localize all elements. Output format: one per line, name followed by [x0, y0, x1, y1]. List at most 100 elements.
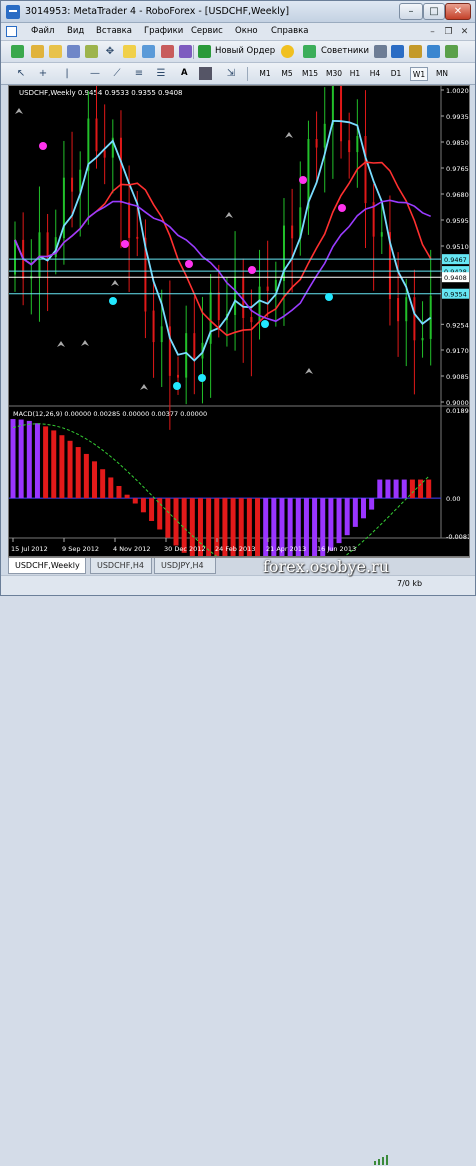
- price-scale-label: 0.9850: [446, 139, 469, 147]
- tile-windows-icon[interactable]: [427, 45, 440, 58]
- strategy-tester-icon[interactable]: [142, 45, 155, 58]
- timeframe-m5[interactable]: M5: [277, 67, 297, 81]
- macd-bar: [149, 498, 155, 521]
- zoom-in-icon[interactable]: [391, 45, 404, 58]
- open-folder-icon[interactable]: [49, 45, 62, 58]
- menu-help[interactable]: Справка: [271, 26, 308, 36]
- mdi-close-button[interactable]: ✕: [458, 26, 471, 38]
- signal-dot: [109, 297, 117, 305]
- macd-bar: [10, 419, 16, 499]
- profiles-icon[interactable]: [31, 45, 44, 58]
- macd-bar: [255, 498, 261, 556]
- macd-bar: [116, 485, 122, 499]
- macd-bar: [157, 498, 163, 530]
- arrows-icon[interactable]: ⇲: [223, 66, 239, 81]
- macd-bar: [140, 498, 146, 513]
- expert-advisors-button[interactable]: Советники: [321, 46, 369, 56]
- terminal-icon[interactable]: [123, 45, 136, 58]
- timeframe-m1[interactable]: M1: [255, 67, 275, 81]
- alert-icon[interactable]: [281, 45, 294, 58]
- window-title: 3014953: MetaTrader 4 - RoboForex - [USD…: [25, 6, 290, 17]
- price-level-label: 0.9467: [444, 256, 467, 264]
- timeframe-h1[interactable]: H1: [347, 67, 363, 81]
- timeframe-h4[interactable]: H4: [367, 67, 383, 81]
- horizontal-line-icon[interactable]: —: [87, 66, 103, 81]
- new-order-button[interactable]: Новый Ордер: [215, 46, 275, 56]
- new-order-icon[interactable]: [198, 45, 211, 58]
- mdi-restore-button[interactable]: ❐: [442, 26, 455, 38]
- text-label-icon[interactable]: [199, 67, 212, 80]
- timeframe-d1[interactable]: D1: [388, 67, 404, 81]
- signal-dot: [173, 382, 181, 390]
- cursor-icon[interactable]: ↖: [13, 66, 29, 81]
- mdi-minimize-button[interactable]: –: [426, 26, 439, 38]
- title-bar[interactable]: 3014953: MetaTrader 4 - RoboForex - [USD…: [1, 1, 475, 23]
- menu-window[interactable]: Окно: [235, 26, 258, 36]
- date-label: 9 Sep 2012: [62, 545, 99, 553]
- history-center-icon[interactable]: [161, 45, 174, 58]
- date-label: 24 Feb 2013: [215, 545, 255, 553]
- tab-usdjpy-h4[interactable]: USDJPY,H4: [154, 558, 216, 574]
- price-chart[interactable]: USDCHF,Weekly 0.9454 0.9533 0.9355 0.940…: [9, 86, 469, 556]
- macd-bar: [393, 479, 399, 499]
- signal-dot: [121, 240, 129, 248]
- timeframe-m15[interactable]: M15: [299, 67, 321, 81]
- macd-bar: [92, 461, 98, 499]
- macd-bar: [108, 477, 114, 499]
- metaeditor-icon[interactable]: [179, 45, 192, 58]
- macd-bar: [206, 498, 212, 556]
- date-label: 4 Nov 2012: [113, 545, 151, 553]
- date-label: 15 Jul 2012: [11, 545, 48, 553]
- minimize-button[interactable]: –: [399, 3, 423, 20]
- menu-tools[interactable]: Сервис: [191, 26, 223, 36]
- equidistant-channel-icon[interactable]: ≡: [131, 66, 147, 81]
- zoom-out-icon[interactable]: [409, 45, 422, 58]
- timeframe-m30[interactable]: M30: [323, 67, 345, 81]
- menu-insert[interactable]: Вставка: [96, 26, 132, 36]
- macd-bar: [401, 479, 407, 499]
- chart-window-icon[interactable]: [6, 26, 17, 37]
- macd-bar: [26, 420, 32, 499]
- new-chart-icon[interactable]: [11, 45, 24, 58]
- price-scale-label: 0.9170: [446, 347, 469, 355]
- price-level-label: 0.9354: [444, 291, 467, 299]
- tab-usdchf-h4[interactable]: USDCHF,H4: [90, 558, 152, 574]
- market-watch-icon[interactable]: [67, 45, 80, 58]
- autoscroll-icon[interactable]: [445, 45, 458, 58]
- timeframe-w1[interactable]: W1: [410, 67, 428, 81]
- connection-status-icon: [374, 1155, 388, 1165]
- fibonacci-icon[interactable]: ☰: [153, 66, 169, 81]
- price-scale-label: 0.9935: [446, 113, 469, 121]
- macd-bar: [83, 453, 89, 499]
- menu-view[interactable]: Вид: [67, 26, 84, 36]
- menu-charts[interactable]: Графики: [144, 26, 183, 36]
- timeframe-mn[interactable]: MN: [432, 67, 452, 81]
- signal-dot: [325, 293, 333, 301]
- text-tool-button[interactable]: A: [181, 68, 188, 78]
- date-label: 16 Jun 2013: [317, 545, 356, 553]
- navigator-icon[interactable]: ✥: [102, 44, 118, 59]
- chart-window[interactable]: USDCHF,Weekly 0.9454 0.9533 0.9355 0.940…: [8, 85, 470, 557]
- metatrader-app-icon: [6, 5, 20, 19]
- date-label: 30 Dec 2012: [164, 545, 206, 553]
- date-label: 21 Apr 2013: [266, 545, 306, 553]
- macd-bar: [165, 498, 171, 538]
- trendline-icon[interactable]: ⟋: [109, 66, 125, 81]
- macd-bar: [124, 494, 130, 499]
- signal-dot: [299, 176, 307, 184]
- vertical-line-icon[interactable]: |: [59, 66, 75, 81]
- signal-dot: [198, 374, 206, 382]
- data-window-icon[interactable]: [85, 45, 98, 58]
- chart-template-icon[interactable]: [374, 45, 387, 58]
- crosshair-icon[interactable]: +: [35, 66, 51, 81]
- macd-bar: [377, 479, 383, 499]
- close-button[interactable]: ✕: [445, 3, 471, 20]
- traffic-status: 7/0 kb: [397, 579, 423, 588]
- macd-bar: [426, 479, 432, 499]
- tab-usdchf-weekly[interactable]: USDCHF,Weekly: [8, 558, 86, 574]
- expert-advisors-icon[interactable]: [303, 45, 316, 58]
- macd-scale-label: 0.01895: [446, 407, 469, 415]
- chart-tabs: USDCHF,Weekly USDCHF,H4 USDJPY,H4: [8, 557, 470, 575]
- maximize-button[interactable]: □: [423, 3, 445, 20]
- menu-file[interactable]: Файл: [31, 26, 54, 36]
